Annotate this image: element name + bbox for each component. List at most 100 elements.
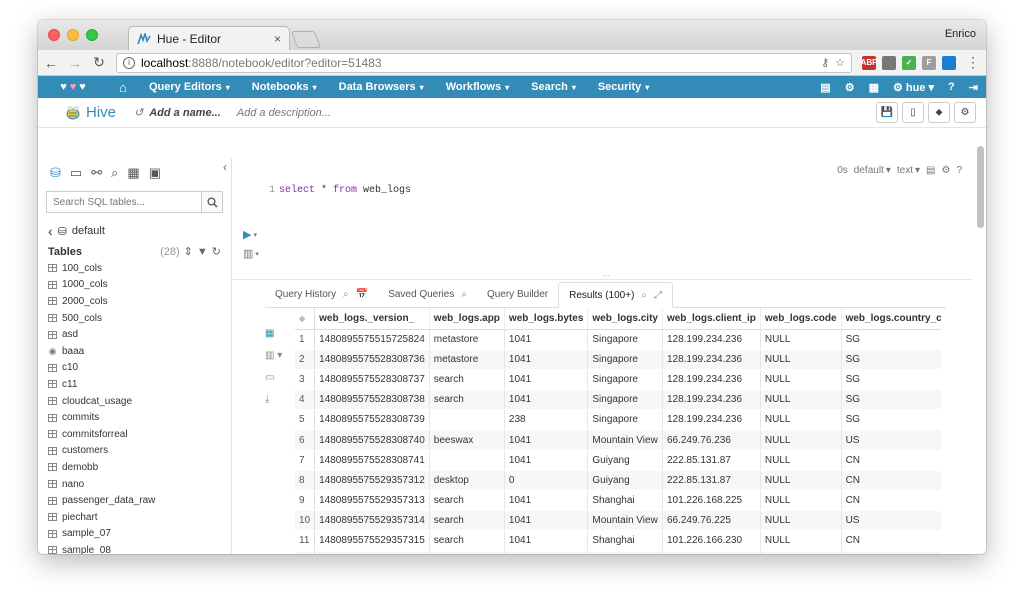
- extension-icon[interactable]: [882, 55, 896, 70]
- columns-icon[interactable]: ▭: [265, 372, 282, 383]
- menu-kebab-icon[interactable]: ⋮: [966, 54, 980, 71]
- extension-icon[interactable]: ABP: [861, 55, 877, 70]
- nav-item-workflows[interactable]: Workflows ▾: [435, 81, 520, 93]
- extension-icon[interactable]: F: [922, 55, 936, 70]
- sql-code[interactable]: select * from web_logs: [279, 184, 411, 198]
- table-search-input[interactable]: [46, 191, 201, 213]
- table-row[interactable]: 7 1480895575528308741 1041 Guiyang 222.85.13…: [295, 450, 941, 471]
- filter-icon[interactable]: ▼: [197, 246, 208, 258]
- table-list-item[interactable]: piechart: [48, 509, 231, 526]
- hbase-icon[interactable]: ⚯: [91, 165, 102, 181]
- folder-icon[interactable]: ▭: [70, 165, 82, 181]
- table-list-item[interactable]: 2000_cols: [48, 293, 231, 310]
- table-row[interactable]: 6 1480895575528308740 beeswax 1041 Mountain …: [295, 429, 941, 451]
- settings-button[interactable]: ⚙: [954, 102, 976, 123]
- database-select[interactable]: default ▾: [854, 165, 891, 176]
- nav-item-data-browsers[interactable]: Data Browsers ▾: [328, 81, 435, 93]
- expand-icon[interactable]: ⤢: [654, 290, 662, 301]
- column-header[interactable]: web_logs.client_ip: [662, 308, 761, 330]
- search-icon[interactable]: ⌕: [461, 289, 467, 300]
- extension-icon[interactable]: [942, 55, 956, 70]
- table-row[interactable]: 10 1480895575529357314 search 1041 Mountain …: [295, 510, 941, 532]
- document-icon[interactable]: ▤: [820, 81, 830, 94]
- page-scrollbar[interactable]: [977, 146, 984, 228]
- editor-resizer[interactable]: [233, 268, 972, 280]
- nav-item-query-editors[interactable]: Query Editors ▾: [138, 81, 241, 93]
- tab-saved-queries[interactable]: Saved Queries ⌕: [378, 282, 477, 307]
- collapse-sidebar-icon[interactable]: ‹: [223, 160, 227, 174]
- nav-item-search[interactable]: Search ▾: [520, 81, 587, 93]
- refresh-icon[interactable]: ↻: [212, 245, 221, 258]
- hue-logo-hearts[interactable]: ♥ ♥ ♥: [38, 81, 108, 93]
- tags-button[interactable]: ⬥: [928, 102, 950, 123]
- table-list-item[interactable]: 1000_cols: [48, 277, 231, 294]
- nav-item-notebooks[interactable]: Notebooks ▾: [241, 81, 328, 93]
- table-icon[interactable]: ▦: [869, 81, 879, 94]
- table-list-item[interactable]: commitsforreal: [48, 426, 231, 443]
- tab-query-builder[interactable]: Query Builder: [477, 282, 558, 307]
- table-row[interactable]: 1 1480895575515725824 metastore 1041 Singapo…: [295, 329, 941, 350]
- chart-view-icon[interactable]: ▥ ▾: [265, 350, 282, 361]
- extension-icon[interactable]: ✓: [902, 55, 916, 70]
- jobs-icon[interactable]: ⚙: [845, 81, 855, 94]
- save-button[interactable]: 💾: [876, 102, 898, 123]
- table-list-item[interactable]: demobb: [48, 459, 231, 476]
- search-icon[interactable]: ⌕: [641, 290, 647, 301]
- table-row[interactable]: 5 1480895575528308739 238 Singapore 128.199.…: [295, 409, 941, 431]
- minimize-window-button[interactable]: [67, 29, 79, 41]
- download-icon[interactable]: ⤓: [265, 394, 282, 405]
- back-chevron-icon[interactable]: ‹: [48, 223, 53, 239]
- url-input[interactable]: i localhost:8888/notebook/editor?editor=…: [116, 52, 852, 73]
- forward-icon[interactable]: →: [68, 55, 82, 71]
- table-row[interactable]: 121480895575529357316search1041Shanghai1…: [295, 551, 941, 554]
- database-breadcrumb[interactable]: ‹ ⛁ default: [38, 213, 231, 239]
- query-description-field[interactable]: Add a description...: [237, 107, 331, 119]
- column-header[interactable]: web_logs.country_code: [841, 308, 941, 330]
- help-icon[interactable]: ?: [956, 165, 962, 176]
- table-list-item[interactable]: passenger_data_raw: [48, 492, 231, 509]
- nav-item-security[interactable]: Security ▾: [587, 81, 660, 93]
- tab-close-icon[interactable]: ×: [274, 32, 281, 46]
- key-icon[interactable]: ⚷: [821, 56, 829, 69]
- calendar-icon[interactable]: 📅: [356, 289, 368, 300]
- table-row[interactable]: 4 1480895575528308738 search 1041 Singapore 1…: [295, 389, 941, 411]
- table-list-item[interactable]: sample_07: [48, 526, 231, 543]
- execute-button[interactable]: ▶ ▾: [243, 228, 259, 241]
- format-select[interactable]: text ▾: [897, 165, 920, 176]
- table-row[interactable]: 2 1480895575528308736 metastore 1041 Singapo…: [295, 349, 941, 370]
- site-info-icon[interactable]: i: [123, 56, 135, 69]
- column-header[interactable]: web_logs.bytes: [504, 308, 589, 330]
- table-row[interactable]: 3 1480895575528308737 search 1041 Singapore 1…: [295, 369, 941, 391]
- table-list-item[interactable]: 100_cols: [48, 260, 231, 277]
- column-header[interactable]: web_logs.app: [429, 308, 505, 330]
- table-list-item[interactable]: sample_08: [48, 542, 231, 554]
- documents-icon[interactable]: ▣: [149, 165, 161, 181]
- help-icon[interactable]: ?: [948, 81, 955, 93]
- reload-icon[interactable]: ↻: [92, 54, 106, 71]
- table-list-item[interactable]: c11: [48, 376, 231, 393]
- home-icon[interactable]: ⌂: [108, 80, 138, 95]
- browser-tab[interactable]: Hue - Editor ×: [128, 26, 290, 50]
- table-list-item[interactable]: c10: [48, 360, 231, 377]
- table-list-item[interactable]: ◉ baaa: [48, 343, 231, 360]
- table-list-item[interactable]: commits: [48, 409, 231, 426]
- close-window-button[interactable]: [48, 29, 60, 41]
- table-list-item[interactable]: asd: [48, 326, 231, 343]
- column-header[interactable]: web_logs._version_: [314, 308, 430, 330]
- table-row[interactable]: 8 1480895575529357312 desktop 0 Guiyang 222.8…: [295, 470, 941, 492]
- sql-editor[interactable]: 1 select * from web_logs: [263, 184, 946, 272]
- table-search-button[interactable]: [201, 191, 223, 213]
- sort-column-header[interactable]: ◆: [295, 308, 316, 330]
- query-name-field[interactable]: ↺ Add a name...: [134, 106, 221, 120]
- bookmark-star-icon[interactable]: ☆: [835, 56, 845, 69]
- table-list-item[interactable]: 500_cols: [48, 310, 231, 327]
- search-icon[interactable]: ⌕: [111, 165, 118, 181]
- new-document-button[interactable]: ▯: [902, 102, 924, 123]
- column-header[interactable]: web_logs.code: [760, 308, 842, 330]
- tab-query-history[interactable]: Query History ⌕ 📅: [265, 282, 378, 307]
- profile-name[interactable]: Enrico: [945, 28, 976, 40]
- table-list-item[interactable]: nano: [48, 476, 231, 493]
- user-menu[interactable]: ⚙ hue ▾: [893, 81, 934, 94]
- grid-view-icon[interactable]: ▦: [265, 328, 282, 339]
- sort-icon[interactable]: ⇕: [184, 245, 193, 258]
